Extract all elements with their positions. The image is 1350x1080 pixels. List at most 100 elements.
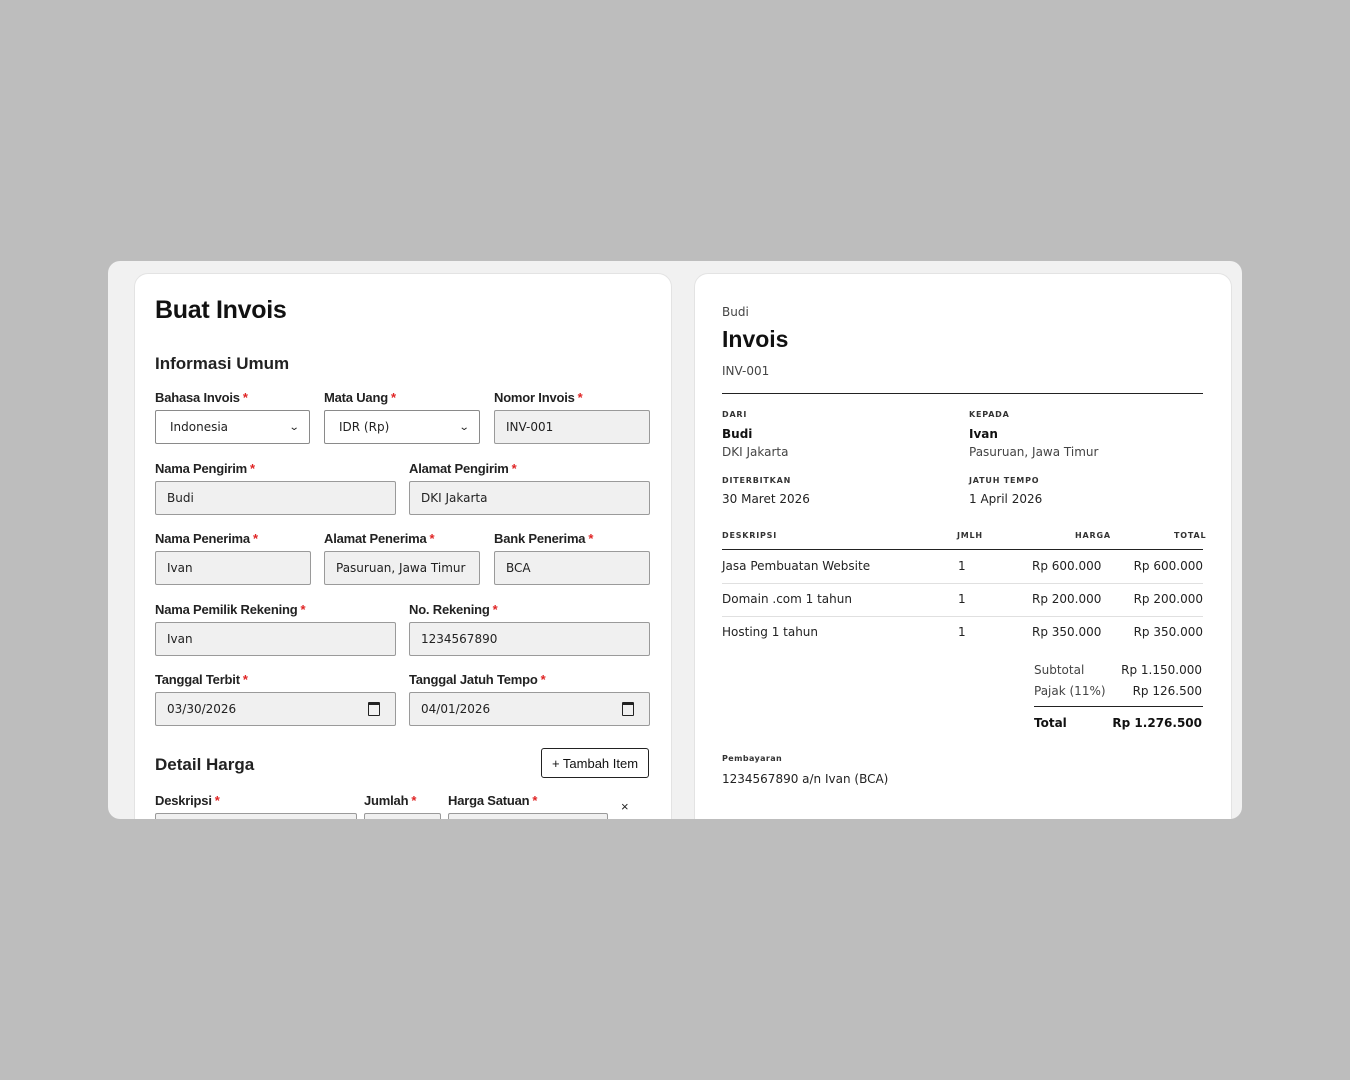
item-description-input[interactable] <box>155 813 357 819</box>
sender-name-input[interactable]: Budi <box>155 481 396 515</box>
item-qty: 1 <box>958 625 966 639</box>
app-shell: Buat Invois Informasi Umum Bahasa Invois… <box>108 261 1242 819</box>
required-mark: * <box>540 672 546 687</box>
due-date-label: Tanggal Jatuh Tempo <box>409 672 538 687</box>
language-label: Bahasa Invois <box>155 390 240 405</box>
section-price-title: Detail Harga <box>155 755 255 774</box>
tax-value: Rp 126.500 <box>1132 684 1202 698</box>
item-description: Hosting 1 tahun <box>722 625 819 639</box>
chevron-down-icon: ⌄ <box>458 421 470 433</box>
account-number-label: No. Rekening <box>409 602 490 617</box>
due-date-value: 04/01/2026 <box>421 702 491 716</box>
item-qty-input[interactable] <box>364 813 441 819</box>
required-mark: * <box>252 531 258 546</box>
recipient-address-input[interactable]: Pasuruan, Jawa Timur <box>324 551 480 585</box>
account-number-input[interactable]: 1234567890 <box>409 622 650 656</box>
calendar-icon[interactable] <box>368 702 380 716</box>
recipient-bank-field: Bank Penerima * BCA <box>494 531 650 585</box>
add-item-button[interactable]: + Tambah Item <box>541 748 649 778</box>
item-qty: 1 <box>958 592 966 606</box>
item-price: Rp 600.000 <box>1032 559 1102 573</box>
issue-date-value: 03/30/2026 <box>167 702 237 716</box>
col-description: DESKRIPSI <box>722 531 778 540</box>
item-description-label: Deskripsi <box>155 793 212 808</box>
currency-value: IDR (Rp) <box>339 420 390 434</box>
item-qty: 1 <box>958 559 966 573</box>
currency-label: Mata Uang <box>324 390 388 405</box>
invoice-number-input[interactable]: INV-001 <box>494 410 650 444</box>
sender-name-value: Budi <box>167 491 194 505</box>
issue-date-field: Tanggal Terbit * 03/30/2026 <box>155 672 396 726</box>
required-mark: * <box>492 602 498 617</box>
due-date-input[interactable]: 04/01/2026 <box>409 692 650 726</box>
invoice-number-field: Nomor Invois * INV-001 <box>494 390 650 444</box>
currency-select[interactable]: IDR (Rp) ⌄ <box>324 410 480 444</box>
total-label: Total <box>1034 716 1067 730</box>
from-address: DKI Jakarta <box>722 445 789 459</box>
due-date-field: Tanggal Jatuh Tempo * 04/01/2026 <box>409 672 650 726</box>
recipient-name-field: Nama Penerima * Ivan <box>155 531 311 585</box>
invoice-number-value: INV-001 <box>506 420 554 434</box>
total-divider <box>1034 706 1203 707</box>
language-field: Bahasa Invois * Indonesia ⌄ <box>155 390 310 444</box>
section-general-title: Informasi Umum <box>155 354 290 373</box>
item-total: Rp 350.000 <box>1133 625 1203 639</box>
account-number-field: No. Rekening * 1234567890 <box>409 602 650 656</box>
recipient-name-value: Ivan <box>167 561 193 575</box>
col-price: HARGA <box>1075 531 1111 540</box>
account-owner-input[interactable]: Ivan <box>155 622 396 656</box>
account-owner-label: Nama Pemilik Rekening <box>155 602 298 617</box>
required-mark: * <box>588 531 594 546</box>
recipient-bank-value: BCA <box>506 561 531 575</box>
issue-date-input[interactable]: 03/30/2026 <box>155 692 396 726</box>
preview-sender: Budi <box>722 305 749 319</box>
required-mark: * <box>390 390 396 405</box>
to-name: Ivan <box>969 427 998 441</box>
required-mark: * <box>214 793 220 808</box>
table-row: Jasa Pembuatan Website 1 Rp 600.000 Rp 6… <box>722 550 1203 584</box>
sender-name-field: Nama Pengirim * Budi <box>155 461 396 515</box>
col-total: TOTAL <box>1174 531 1207 540</box>
table-row: Domain .com 1 tahun 1 Rp 200.000 Rp 200.… <box>722 583 1203 617</box>
item-description: Domain .com 1 tahun <box>722 592 852 606</box>
calendar-icon[interactable] <box>622 702 634 716</box>
item-price-label: Harga Satuan <box>448 793 530 808</box>
item-qty-field: Jumlah * <box>364 793 441 819</box>
total-value: Rp 1.276.500 <box>1112 716 1202 730</box>
form-title: Buat Invois <box>155 296 287 324</box>
recipient-bank-label: Bank Penerima <box>494 531 586 546</box>
issued-date: 30 Maret 2026 <box>722 492 810 506</box>
required-mark: * <box>300 602 306 617</box>
recipient-address-label: Alamat Penerima <box>324 531 427 546</box>
recipient-bank-input[interactable]: BCA <box>494 551 650 585</box>
from-name: Budi <box>722 427 753 441</box>
to-address: Pasuruan, Jawa Timur <box>969 445 1099 459</box>
invoice-form-panel: Buat Invois Informasi Umum Bahasa Invois… <box>134 273 672 819</box>
recipient-name-label: Nama Penerima <box>155 531 250 546</box>
issue-date-label: Tanggal Terbit <box>155 672 240 687</box>
item-qty-label: Jumlah <box>364 793 409 808</box>
sender-name-label: Nama Pengirim <box>155 461 248 476</box>
item-total: Rp 600.000 <box>1133 559 1203 573</box>
due-date: 1 April 2026 <box>969 492 1043 506</box>
payment-info: 1234567890 a/n Ivan (BCA) <box>722 772 889 786</box>
divider <box>722 393 1203 394</box>
item-total: Rp 200.000 <box>1133 592 1203 606</box>
remove-item-icon[interactable]: × <box>621 799 629 814</box>
required-mark: * <box>429 531 435 546</box>
recipient-address-value: Pasuruan, Jawa Timur <box>336 561 466 575</box>
sender-address-input[interactable]: DKI Jakarta <box>409 481 650 515</box>
subtotal-label: Subtotal <box>1034 663 1085 677</box>
required-mark: * <box>577 390 583 405</box>
recipient-address-field: Alamat Penerima * Pasuruan, Jawa Timur <box>324 531 480 585</box>
sender-address-label: Alamat Pengirim <box>409 461 509 476</box>
chevron-down-icon: ⌄ <box>288 421 300 433</box>
item-price-field: Harga Satuan * <box>448 793 608 819</box>
language-select[interactable]: Indonesia ⌄ <box>155 410 310 444</box>
account-number-value: 1234567890 <box>421 632 498 646</box>
tax-label: Pajak (11%) <box>1034 684 1106 698</box>
required-mark: * <box>250 461 255 476</box>
required-mark: * <box>532 793 538 808</box>
recipient-name-input[interactable]: Ivan <box>155 551 311 585</box>
item-price-input[interactable] <box>448 813 608 819</box>
